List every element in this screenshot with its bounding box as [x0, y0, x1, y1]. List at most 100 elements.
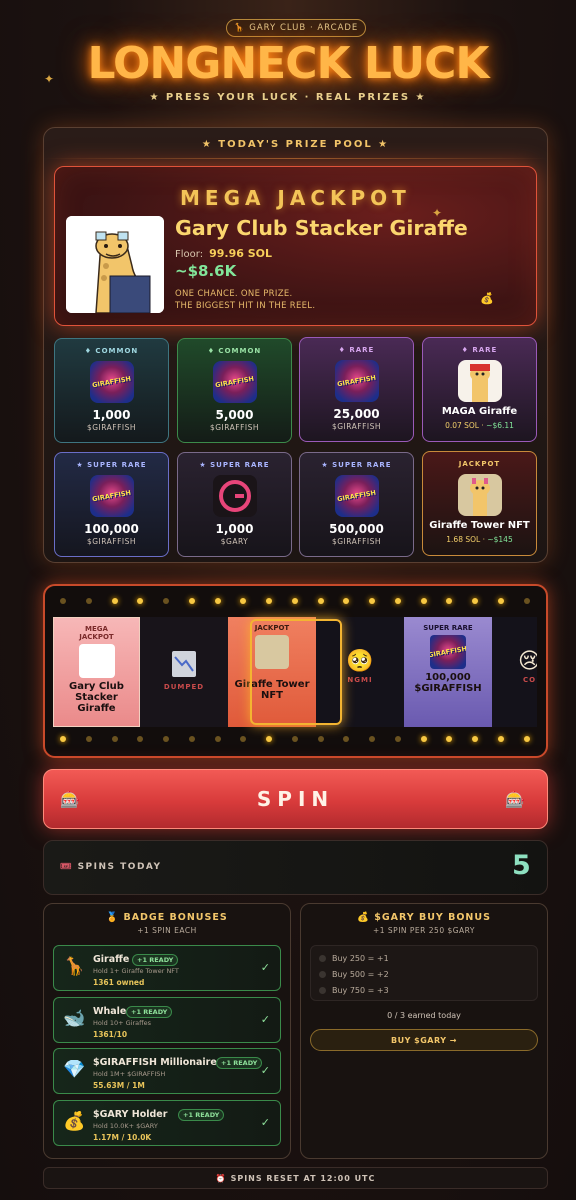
tile-amount: 100,000 — [84, 522, 139, 536]
badge-giraffish-millionaire: 💎 $GIRAFFISH Millionaire +1 READY Hold 1… — [53, 1048, 281, 1094]
badge-giraffe: 🦒 Giraffe +1 READY Hold 1+ Giraffe Tower… — [53, 945, 281, 991]
badge-progress: 55.63M / 1M — [93, 1081, 145, 1090]
club-label-pill: 🦒 GARY CLUB · ARCADE — [226, 19, 366, 37]
mega-jackpot-name: Gary Club Stacker Giraffe — [175, 216, 468, 240]
badge-gary-holder: 💰 $GARY Holder +1 READY Hold 10.0K+ $GAR… — [53, 1100, 281, 1146]
tile-amount: 1,000 — [92, 408, 131, 422]
reel-selection-frame — [250, 619, 342, 725]
badge-bonuses-header: 🏅 BADGE BONUSES +1 SPIN EACH — [43, 912, 291, 935]
tile-rarity: ♦ COMMON — [84, 347, 139, 355]
giraffe-tower-image — [457, 474, 502, 516]
reel-card-partial: 😢 CO — [492, 617, 537, 727]
badge-name: Giraffe — [93, 954, 130, 965]
giraffish-token-icon — [334, 360, 379, 402]
floor-label: Floor: — [175, 249, 204, 260]
reel-tag: MEGA — [85, 625, 108, 633]
tile-unit: $GIRAFFISH — [331, 422, 382, 431]
tile-unit: $GARY — [220, 537, 249, 546]
spins-reset-banner: ⏰ SPINS RESET AT 12:00 UTC — [43, 1167, 548, 1189]
prize-tile-common-5000-giraffish[interactable]: ♦ COMMON 5,000 $GIRAFFISH — [177, 338, 292, 443]
reel-name: Giraffe — [77, 703, 116, 714]
badge-bonuses-subtitle: +1 SPIN EACH — [137, 926, 197, 935]
spins-today-value: 5 — [512, 850, 531, 881]
ready-badge: +1 READY — [132, 954, 179, 966]
gary-token-icon — [212, 475, 257, 517]
tile-rarity: ♦ RARE — [461, 346, 498, 354]
clock-icon: ⏰ — [215, 1173, 227, 1183]
reel-label: NGMI — [347, 676, 373, 684]
ticket-icon: 🎟 — [60, 862, 73, 872]
check-icon: ✓ — [260, 961, 270, 974]
status-dot — [319, 970, 326, 978]
badge-whale: 🐋 Whale +1 READY Hold 10+ Giraffes 1361/… — [53, 997, 281, 1043]
gary-buy-bonus-header: 💰 $GARY BUY BONUS +1 SPIN PER 250 $GARY — [300, 912, 548, 935]
chart-down-icon — [172, 651, 196, 677]
check-icon: ✓ — [260, 1116, 270, 1129]
buy-tier-label: Buy 500 = +2 — [332, 969, 389, 979]
ready-badge: +1 READY — [126, 1006, 173, 1018]
prize-tile-common-1000-giraffish[interactable]: ♦ COMMON 1,000 $GIRAFFISH — [54, 338, 169, 443]
spin-label: SPIN — [256, 787, 335, 811]
prize-tile-super-1000-gary[interactable]: ★ SUPER RARE 1,000 $GARY — [177, 452, 292, 557]
tile-sol: 0.07 SOL — [445, 421, 479, 430]
prize-tile-rare-25000-giraffish[interactable]: ♦ RARE 25,000 $GIRAFFISH — [299, 337, 414, 442]
buy-gary-button[interactable]: BUY $GARY → — [310, 1029, 538, 1051]
spin-button[interactable]: 🎰 SPIN 🎰 — [43, 769, 548, 829]
buy-tier-row: Buy 500 = +2 — [319, 966, 529, 982]
tile-unit: $GIRAFFISH — [209, 423, 260, 432]
buy-bonus-title-text: $GARY BUY BONUS — [374, 912, 491, 923]
sparkle-icon: ✦ — [432, 206, 443, 220]
tagline-line-1: ONE CHANCE. ONE PRIZE. — [175, 289, 293, 299]
tile-rarity: ♦ COMMON — [207, 347, 262, 355]
tile-rarity: ★ SUPER RARE — [199, 461, 270, 469]
buy-bonus-earned: 0 / 3 earned today — [387, 1011, 461, 1020]
tile-rarity: ★ SUPER RARE — [321, 461, 392, 469]
tile-usd: ~$6.11 — [486, 421, 514, 430]
prize-tile-super-500000-giraffish[interactable]: ★ SUPER RARE 500,000 $GIRAFFISH — [299, 452, 414, 557]
maga-giraffe-image — [457, 360, 502, 402]
prize-tile-super-100000-giraffish[interactable]: ★ SUPER RARE 100,000 $GIRAFFISH — [54, 452, 169, 557]
reel-card-super-rare: SUPER RARE 100,000 $GIRAFFISH — [404, 617, 492, 727]
badge-progress: 1361 owned — [93, 978, 145, 987]
buy-bonus-title: 💰 $GARY BUY BONUS — [300, 912, 548, 923]
spins-today-text: SPINS TODAY — [77, 862, 162, 872]
badge-desc: Hold 1M+ $GIRAFFISH — [93, 1070, 166, 1078]
reel-card-mega-jackpot: MEGA JACKPOT Gary Club Stacker Giraffe — [53, 617, 140, 727]
giraffish-token-icon — [334, 475, 379, 517]
tile-usd: ~$145 — [487, 535, 513, 544]
whale-icon: 🐋 — [63, 1008, 86, 1029]
badge-name: Whale — [93, 1006, 127, 1017]
badge-bonuses-title: 🏅 BADGE BONUSES — [43, 912, 291, 923]
buy-tier-list: Buy 250 = +1 Buy 500 = +2 Buy 750 = +3 — [310, 945, 538, 1001]
bulb-row-bottom — [60, 736, 530, 744]
buy-tier-row: Buy 250 = +1 — [319, 950, 529, 966]
page-subtitle: ★ PRESS YOUR LUCK · REAL PRIZES ★ — [149, 92, 427, 103]
stacker-giraffe-image — [78, 644, 115, 678]
spins-reset-text: SPINS RESET AT 12:00 UTC — [230, 1173, 376, 1183]
divider — [43, 158, 548, 159]
reel-name: Gary Club — [69, 681, 124, 692]
buy-tier-label: Buy 750 = +3 — [332, 985, 389, 995]
tile-price: 0.07 SOL · ~$6.11 — [445, 421, 514, 430]
tile-rarity: ♦ RARE — [338, 346, 375, 354]
tile-price: 1.68 SOL · ~$145 — [446, 535, 513, 544]
prize-pool-title: ★ TODAY'S PRIZE POOL ★ — [201, 139, 390, 150]
ready-badge: +1 READY — [178, 1109, 225, 1121]
money-bag-icon: 💰 — [480, 292, 494, 305]
club-label: GARY CLUB · ARCADE — [249, 23, 359, 33]
prize-tile-rare-maga-giraffe[interactable]: ♦ RARE MAGA Giraffe 0.07 SOL · ~$6.11 — [422, 337, 537, 442]
badge-name: $GIRAFFISH Millionaire — [93, 1057, 217, 1068]
giraffish-token-icon — [430, 635, 466, 669]
reel-tag: JACKPOT — [79, 633, 114, 641]
prize-tile-jackpot-giraffe-tower[interactable]: JACKPOT Giraffe Tower NFT 1.68 SOL · ~$1… — [422, 451, 537, 556]
bulb-row-top — [60, 598, 530, 606]
badge-name: $GARY Holder — [93, 1109, 168, 1120]
tagline-line-2: THE BIGGEST HIT IN THE REEL. — [175, 301, 316, 311]
slot-machine-icon: 🎰 — [505, 790, 531, 809]
badge-desc: Hold 1+ Giraffe Tower NFT — [93, 967, 179, 975]
status-dot — [319, 986, 326, 994]
tile-amount: 5,000 — [215, 408, 254, 422]
giraffe-icon: 🦒 — [63, 956, 86, 977]
reel-name: Stacker — [75, 692, 118, 703]
tile-unit: $GIRAFFISH — [331, 537, 382, 546]
